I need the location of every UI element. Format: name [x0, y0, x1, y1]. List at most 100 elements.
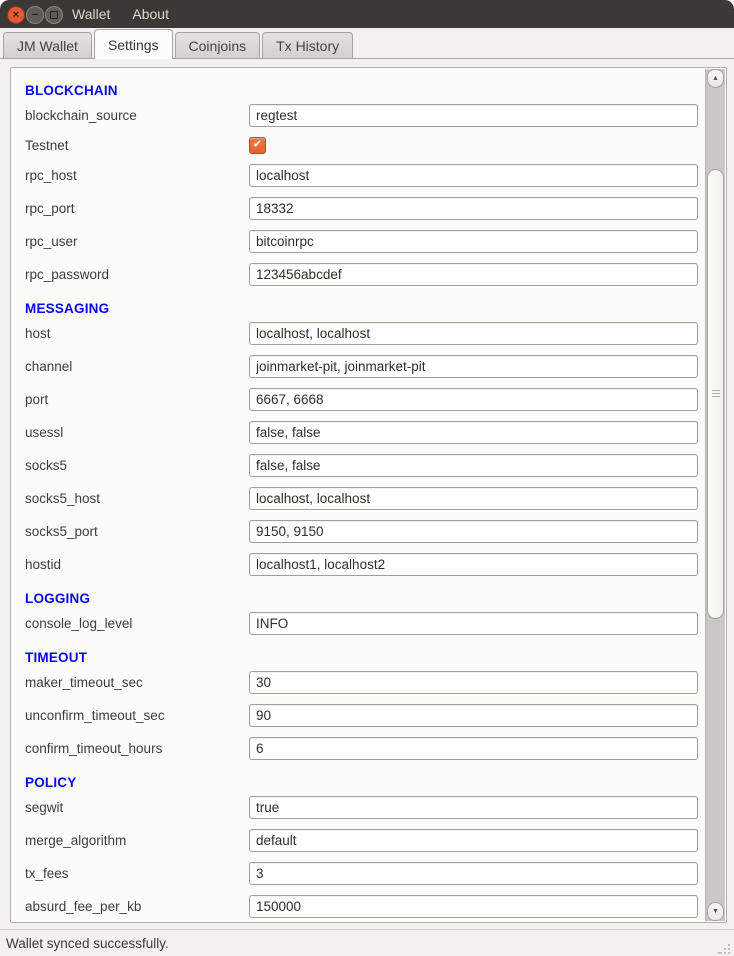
settings-scroll-area: BLOCKCHAIN blockchain_source Testnet ✔ rpc_h… [10, 67, 727, 923]
field-label: confirm_timeout_hours [25, 741, 249, 756]
field-label: tx_fees [25, 866, 249, 881]
tab-coinjoins[interactable]: Coinjoins [175, 32, 261, 58]
field-label: absurd_fee_per_kb [25, 899, 249, 914]
field-label: maker_timeout_sec [25, 675, 249, 690]
field-input-blockchain_source[interactable] [249, 104, 698, 127]
field-label: console_log_level [25, 616, 249, 631]
section-header: LOGGING [25, 586, 705, 612]
form-row: confirm_timeout_hours [25, 737, 705, 760]
scrollbar[interactable]: ▲ ▼ [705, 69, 725, 921]
close-button[interactable]: × [7, 6, 25, 24]
field-label: merge_algorithm [25, 833, 249, 848]
scroll-down-button[interactable]: ▼ [707, 902, 724, 921]
form-row: maker_timeout_sec [25, 671, 705, 694]
field-label: host [25, 326, 249, 341]
field-label: Testnet [25, 138, 249, 153]
form-row: rpc_user [25, 230, 705, 253]
field-input-channel[interactable] [249, 355, 698, 378]
menu-bar: Wallet About [72, 0, 169, 28]
field-input-merge_algorithm[interactable] [249, 829, 698, 852]
field-input-hostid[interactable] [249, 553, 698, 576]
section-header: TIMEOUT [25, 645, 705, 671]
status-text: Wallet synced successfully. [6, 936, 169, 951]
status-bar: Wallet synced successfully. [0, 929, 734, 956]
field-input-rpc_user[interactable] [249, 230, 698, 253]
field-input-confirm_timeout_hours[interactable] [249, 737, 698, 760]
form-row: unconfirm_timeout_sec [25, 704, 705, 727]
form-row: rpc_host [25, 164, 705, 187]
tab-settings[interactable]: Settings [94, 29, 173, 59]
form-row: port [25, 388, 705, 411]
field-input-usessl[interactable] [249, 421, 698, 444]
tab-jm-wallet[interactable]: JM Wallet [3, 32, 92, 58]
section-header: MESSAGING [25, 296, 705, 322]
resize-grip-icon[interactable] [718, 940, 732, 954]
form-row: console_log_level [25, 612, 705, 635]
section-header: POLICY [25, 770, 705, 796]
section-header: BLOCKCHAIN [25, 78, 705, 104]
field-input-host[interactable] [249, 322, 698, 345]
field-label: hostid [25, 557, 249, 572]
form-row: absurd_fee_per_kb [25, 895, 705, 918]
form-row: socks5_host [25, 487, 705, 510]
scroll-up-button[interactable]: ▲ [707, 69, 724, 88]
field-label: unconfirm_timeout_sec [25, 708, 249, 723]
form-row: merge_algorithm [25, 829, 705, 852]
scroll-up-icon: ▲ [712, 75, 719, 82]
form-row: Testnet ✔ [25, 137, 705, 154]
form-row: rpc_port [25, 197, 705, 220]
field-input-socks5_port[interactable] [249, 520, 698, 543]
field-input-unconfirm_timeout_sec[interactable] [249, 704, 698, 727]
form-row: rpc_password [25, 263, 705, 286]
tab-bar: JM Wallet Settings Coinjoins Tx History [0, 28, 734, 59]
field-label: rpc_host [25, 168, 249, 183]
field-label: rpc_user [25, 234, 249, 249]
field-label: socks5_host [25, 491, 249, 506]
minimize-button[interactable]: − [26, 6, 44, 24]
field-input-absurd_fee_per_kb[interactable] [249, 895, 698, 918]
form-row: socks5_port [25, 520, 705, 543]
form-row: hostid [25, 553, 705, 576]
field-input-tx_fees[interactable] [249, 862, 698, 885]
maximize-button[interactable] [45, 6, 63, 24]
testnet-checkbox[interactable]: ✔ [249, 137, 266, 154]
field-label: rpc_password [25, 267, 249, 282]
app-window: × − Wallet About JM Wallet Settings Coin… [0, 0, 734, 956]
field-input-socks5_host[interactable] [249, 487, 698, 510]
field-label: socks5_port [25, 524, 249, 539]
field-input-rpc_password[interactable] [249, 263, 698, 286]
form-row: socks5 [25, 454, 705, 477]
form-row: blockchain_source [25, 104, 705, 127]
tab-tx-history[interactable]: Tx History [262, 32, 353, 58]
form-row: usessl [25, 421, 705, 444]
field-label: segwit [25, 800, 249, 815]
form-row: segwit [25, 796, 705, 819]
scroll-down-icon: ▼ [712, 908, 719, 915]
scrollbar-thumb[interactable] [707, 169, 724, 619]
form-row: channel [25, 355, 705, 378]
field-label: blockchain_source [25, 108, 249, 123]
field-label: usessl [25, 425, 249, 440]
scrollbar-grip-icon [712, 390, 720, 398]
menu-wallet[interactable]: Wallet [72, 6, 110, 22]
form-row: tx_fees [25, 862, 705, 885]
field-label: channel [25, 359, 249, 374]
field-input-maker_timeout_sec[interactable] [249, 671, 698, 694]
maximize-icon [50, 11, 58, 19]
field-input-console_log_level[interactable] [249, 612, 698, 635]
form-row: host [25, 322, 705, 345]
close-icon: × [13, 10, 19, 21]
field-label: port [25, 392, 249, 407]
field-input-rpc_port[interactable] [249, 197, 698, 220]
settings-form: BLOCKCHAIN blockchain_source Testnet ✔ rpc_h… [11, 68, 705, 923]
field-label: rpc_port [25, 201, 249, 216]
field-input-port[interactable] [249, 388, 698, 411]
minimize-icon: − [32, 10, 38, 21]
check-icon: ✔ [253, 140, 262, 151]
field-label: socks5 [25, 458, 249, 473]
field-input-segwit[interactable] [249, 796, 698, 819]
field-input-rpc_host[interactable] [249, 164, 698, 187]
field-input-socks5[interactable] [249, 454, 698, 477]
menu-about[interactable]: About [132, 6, 169, 22]
titlebar: × − Wallet About [0, 0, 734, 28]
